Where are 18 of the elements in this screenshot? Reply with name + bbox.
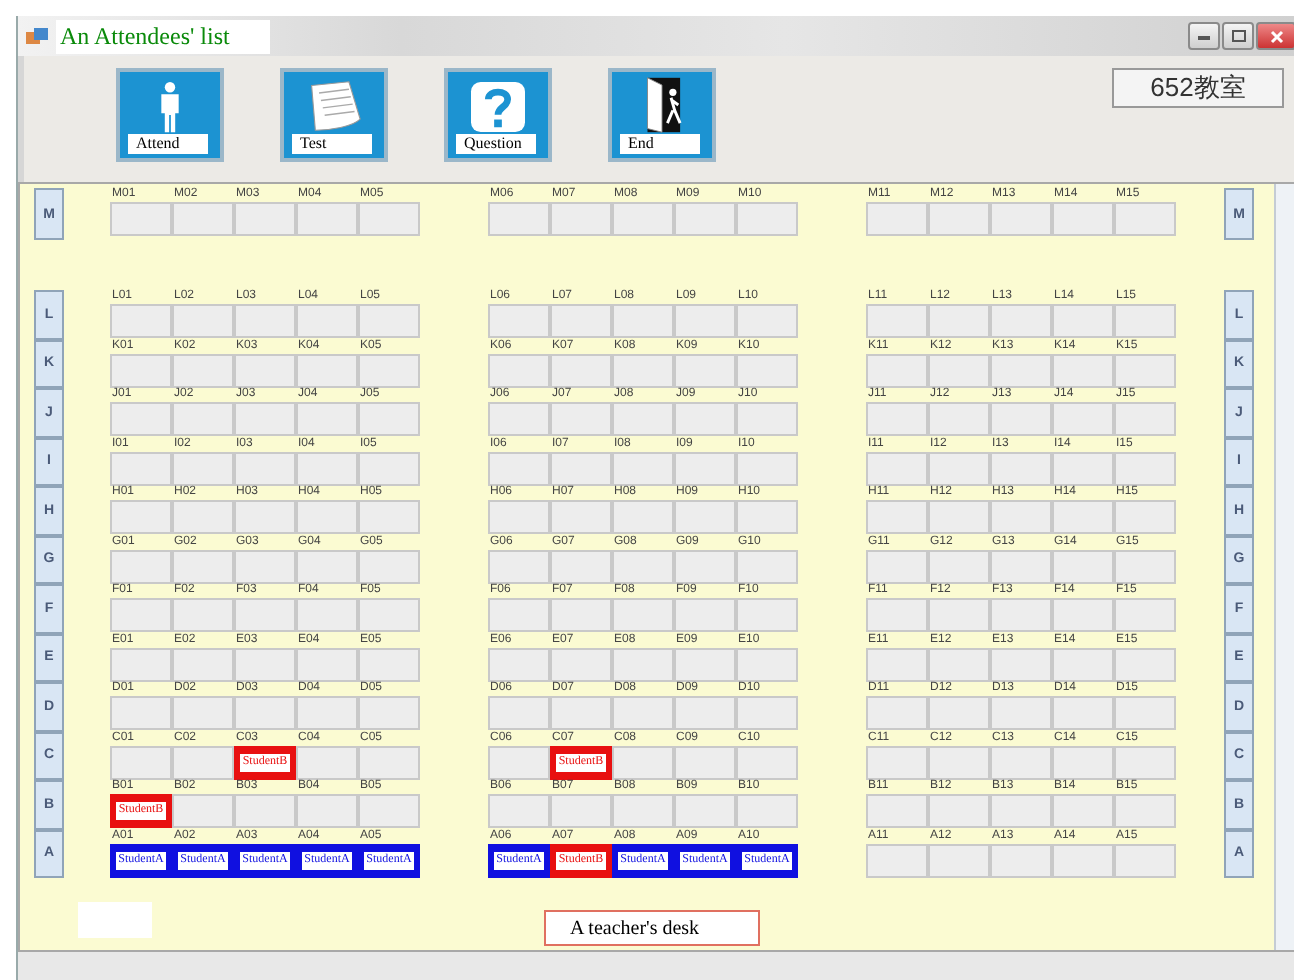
close-button[interactable] (1256, 22, 1294, 50)
person-icon (156, 82, 184, 134)
toolbar-button[interactable]: Test (280, 68, 388, 162)
window-title: An Attendees' list (56, 19, 270, 53)
question-icon (468, 80, 528, 134)
app-icon (26, 25, 48, 47)
room-label: 652教室 (1112, 68, 1284, 108)
teacher-desk: A teacher's desk (544, 910, 760, 946)
toolbar-button[interactable]: End (608, 68, 716, 162)
close-icon (1269, 29, 1283, 43)
maximize-icon (1231, 30, 1245, 42)
blank-panel (78, 902, 152, 938)
maximize-button[interactable] (1222, 22, 1254, 50)
scrollbar[interactable] (1274, 184, 1294, 950)
minimize-icon (1198, 32, 1210, 40)
minimize-button[interactable] (1188, 22, 1220, 50)
toolbar-button[interactable]: Attend (116, 68, 224, 162)
toolbar-button[interactable]: Question (444, 68, 552, 162)
